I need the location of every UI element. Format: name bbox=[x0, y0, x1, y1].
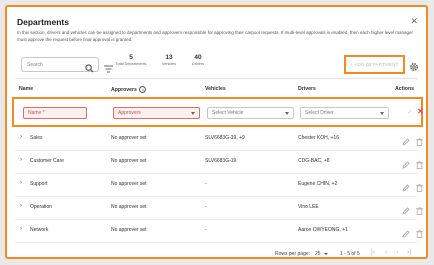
stat-label: Drivers bbox=[191, 62, 205, 66]
chevron-right-icon[interactable]: › bbox=[20, 157, 22, 163]
row-approver: No approver set bbox=[111, 181, 147, 187]
stat-label: Vehicles bbox=[161, 62, 177, 66]
column-header-actions: Actions bbox=[395, 86, 415, 92]
approvers-select-label: Approvers bbox=[118, 110, 141, 116]
delete-icon[interactable] bbox=[416, 202, 423, 220]
edit-icon[interactable] bbox=[402, 225, 410, 243]
vehicle-select[interactable]: Select Vehicle bbox=[207, 107, 294, 119]
row-drivers: Eugene CHIN, +2 bbox=[298, 181, 338, 187]
chevron-right-icon[interactable]: › bbox=[20, 134, 22, 140]
divider bbox=[15, 78, 418, 79]
edit-icon[interactable] bbox=[402, 156, 410, 174]
stat-value: 5 bbox=[129, 54, 133, 61]
stat-drivers: 40 Drivers bbox=[187, 54, 209, 66]
search-icon[interactable] bbox=[85, 60, 94, 78]
new-department-row: Name * Approvers Select Vehicle Select D… bbox=[12, 97, 424, 127]
stat-total-departments: 5 Total Departments bbox=[115, 54, 147, 66]
delete-icon[interactable] bbox=[416, 156, 423, 174]
row-name: Sales bbox=[30, 135, 43, 141]
table-row[interactable]: › Sales No approver set SLV6683G-19, +9 … bbox=[15, 127, 423, 151]
stat-value: 13 bbox=[165, 54, 173, 61]
driver-select-label: Select Driver bbox=[305, 110, 334, 116]
last-page-icon[interactable]: ›| bbox=[407, 249, 411, 256]
row-drivers: CDG-BAC, +8 bbox=[298, 158, 330, 164]
chevron-down-icon bbox=[380, 112, 384, 115]
vehicle-select-label: Select Vehicle bbox=[212, 110, 244, 116]
driver-select[interactable]: Select Driver bbox=[300, 107, 389, 119]
previous-page-icon[interactable]: ‹ bbox=[385, 249, 387, 256]
delete-icon[interactable] bbox=[416, 133, 423, 151]
cancel-icon[interactable]: ✕ bbox=[417, 107, 424, 116]
row-vehicles: SLV6683G-19, +9 bbox=[205, 135, 245, 141]
pagination-range: 1 - 5 of 5 bbox=[340, 251, 360, 257]
row-drivers: Vino LEE bbox=[298, 204, 319, 210]
delete-icon[interactable] bbox=[416, 179, 423, 197]
row-vehicles: - bbox=[205, 204, 207, 210]
chevron-right-icon[interactable]: › bbox=[20, 203, 22, 209]
chevron-right-icon[interactable]: › bbox=[20, 180, 22, 186]
row-name: Support bbox=[30, 181, 48, 187]
rows-per-page-value: 25 bbox=[315, 251, 321, 257]
chevron-down-icon bbox=[285, 112, 289, 115]
stat-label: Total Departments bbox=[115, 62, 147, 66]
column-header-drivers: Drivers bbox=[298, 86, 316, 92]
name-field[interactable]: Name * bbox=[23, 107, 87, 119]
chevron-down-icon bbox=[323, 252, 328, 255]
settings-icon[interactable] bbox=[409, 59, 419, 77]
first-page-icon[interactable]: |‹ bbox=[371, 249, 375, 256]
row-approver: No approver set bbox=[111, 204, 147, 210]
add-department-highlight: + ADD DEPARTMENT bbox=[344, 55, 405, 74]
column-header-vehicles: Vehicles bbox=[205, 86, 226, 92]
row-approver: No approver set bbox=[111, 135, 147, 141]
row-name: Operation bbox=[30, 204, 52, 210]
chevron-right-icon[interactable]: › bbox=[20, 226, 22, 232]
search-input[interactable] bbox=[27, 60, 85, 69]
rows-per-page-select[interactable]: 25 bbox=[315, 251, 328, 257]
search-box bbox=[21, 57, 99, 73]
row-vehicles: - bbox=[205, 181, 207, 187]
stat-value: 40 bbox=[194, 54, 202, 61]
info-icon[interactable]: i bbox=[139, 86, 147, 93]
table-row[interactable]: › Customer Care No approver set SLV6683G… bbox=[15, 150, 423, 174]
departments-dialog: Departments ✕ In this section, drivers a… bbox=[5, 5, 428, 259]
column-header-approvers-label: Approvers bbox=[111, 86, 137, 93]
edit-icon[interactable] bbox=[402, 202, 410, 220]
dialog-description: In this section, drivers and vehicles ca… bbox=[17, 30, 413, 42]
row-vehicles: - bbox=[205, 227, 207, 233]
filter-icon[interactable] bbox=[104, 60, 113, 78]
dialog-title: Departments bbox=[17, 17, 69, 27]
row-name: Network bbox=[30, 227, 49, 233]
table-row[interactable]: › Support No approver set - Eugene CHIN,… bbox=[15, 173, 423, 197]
delete-icon[interactable] bbox=[416, 225, 423, 243]
row-drivers: Aaron OWYEONG, +1 bbox=[298, 227, 348, 233]
row-name: Customer Care bbox=[30, 158, 64, 164]
next-page-icon[interactable]: › bbox=[396, 249, 398, 256]
column-header-name: Name bbox=[19, 86, 34, 92]
row-vehicles: SLV6683G-19 bbox=[205, 158, 237, 164]
edit-icon[interactable] bbox=[402, 179, 410, 197]
column-header-approvers: Approvers i bbox=[111, 86, 147, 93]
approvers-select[interactable]: Approvers bbox=[113, 107, 200, 119]
close-icon[interactable]: ✕ bbox=[410, 16, 418, 27]
row-drivers: Chester KOH, +16 bbox=[298, 135, 339, 141]
check-icon[interactable]: ✓ bbox=[407, 108, 413, 116]
stat-vehicles: 13 Vehicles bbox=[157, 54, 181, 66]
add-department-button[interactable]: + ADD DEPARTMENT bbox=[348, 59, 401, 70]
row-approver: No approver set bbox=[111, 158, 147, 164]
chevron-down-icon bbox=[191, 112, 195, 115]
table-row[interactable]: › Network No approver set - Aaron OWYEON… bbox=[15, 219, 423, 243]
edit-icon[interactable] bbox=[402, 133, 410, 151]
rows-per-page-label: Rows per page: bbox=[275, 251, 311, 257]
table-row[interactable]: › Operation No approver set - Vino LEE bbox=[15, 196, 423, 220]
row-approver: No approver set bbox=[111, 227, 147, 233]
